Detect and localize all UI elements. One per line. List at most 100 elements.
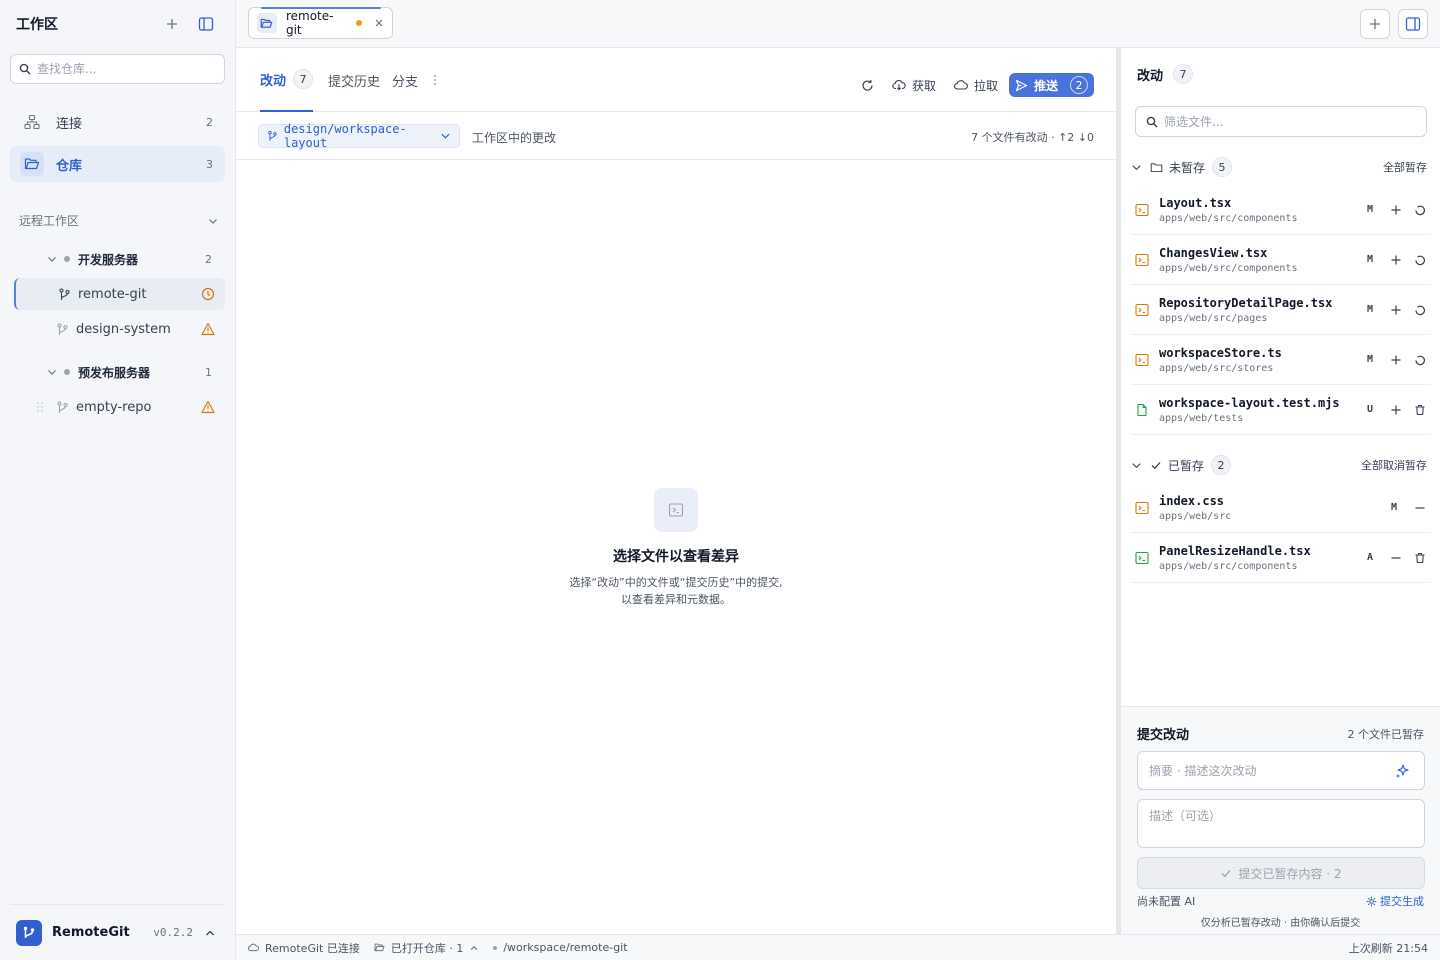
ai-sparkle-button[interactable] (1395, 763, 1410, 778)
stage-file-button[interactable] (1385, 349, 1407, 371)
repo-item-empty-repo[interactable]: empty-repo (14, 391, 225, 423)
push-button[interactable]: 推送 2 (1009, 73, 1094, 97)
tab-changes[interactable]: 改动 7 (260, 48, 314, 112)
nav-repositories[interactable]: 仓库 3 (10, 146, 225, 182)
staged-label: 已暂存 (1168, 458, 1205, 473)
ai-generate-link[interactable]: 提交生成 (1366, 893, 1424, 909)
file-name: index.css (1159, 493, 1225, 508)
commit-description-input[interactable] (1137, 799, 1425, 848)
file-row[interactable]: workspace-layout.test.mjs apps/web/tests … (1131, 385, 1431, 435)
nav-connections[interactable]: 连接 2 (10, 104, 225, 140)
close-icon[interactable] (374, 18, 384, 28)
pull-button[interactable]: 拉取 (954, 72, 998, 98)
ai-hint: 仅分析已暂存改动 · 由你确认后提交 (1200, 918, 1361, 929)
network-icon (20, 110, 44, 134)
delete-file-button[interactable] (1409, 399, 1431, 421)
undo-icon (1415, 305, 1425, 315)
stage-file-button[interactable] (1385, 249, 1407, 271)
empty-state-line-2: 以查看差异和元数据。 (621, 593, 731, 606)
repo-item-remote-git[interactable]: remote-git (14, 278, 225, 310)
terminal-icon (654, 488, 698, 532)
undo-icon (1415, 355, 1425, 365)
repo-search-input[interactable] (37, 62, 216, 76)
tab-branches[interactable]: 分支 (392, 48, 418, 112)
branch-selector[interactable]: design/workspace-layout (258, 122, 460, 150)
file-row[interactable]: ChangesView.tsx apps/web/src/components M (1131, 235, 1431, 285)
more-tabs-button[interactable] (432, 48, 438, 112)
nav-repositories-count: 3 (206, 157, 213, 171)
add-workspace-button[interactable] (159, 11, 185, 37)
changes-count: 7 (1173, 64, 1194, 84)
unstage-file-button[interactable] (1409, 497, 1431, 519)
minus-icon (1415, 506, 1425, 509)
changes-title: 改动 (1137, 68, 1164, 84)
ai-generate-label: 提交生成 (1380, 895, 1424, 908)
toggle-right-panel-button[interactable] (1398, 9, 1428, 39)
branch-name: design/workspace-layout (283, 122, 407, 150)
stage-all-button[interactable]: 全部暂存 (1383, 159, 1427, 175)
file-name: PanelResizeHandle.tsx (1159, 543, 1311, 558)
open-repos-status[interactable]: 已打开仓库 · 1 (374, 940, 480, 956)
unstage-all-button[interactable]: 全部取消暂存 (1361, 457, 1427, 473)
staged-group-header[interactable]: 已暂存 2 全部取消暂存 (1131, 454, 1427, 476)
file-row[interactable]: Layout.tsx apps/web/src/components M (1131, 185, 1431, 235)
repo-item-design-system[interactable]: design-system (14, 313, 225, 345)
discard-file-button[interactable] (1409, 249, 1431, 271)
server-dev[interactable]: 开发服务器 2 (46, 247, 216, 271)
commit-summary-input[interactable] (1137, 751, 1425, 790)
tab-branches-label: 分支 (392, 74, 419, 90)
tab-history[interactable]: 提交历史 (328, 48, 380, 112)
fetch-button[interactable]: 获取 (892, 72, 936, 98)
file-row[interactable]: workspaceStore.ts apps/web/src/stores M (1131, 335, 1431, 385)
branch-bar: design/workspace-layout 工作区中的更改 7 个文件有改动… (236, 112, 1116, 160)
unstaged-group-header[interactable]: 未暂存 5 全部暂存 (1131, 156, 1427, 178)
unstage-file-button[interactable] (1385, 547, 1407, 569)
branch-stats: 7 个文件有改动 · ↑2 ↓0 (971, 131, 1094, 144)
discard-file-button[interactable] (1409, 349, 1431, 371)
app-menu-button[interactable] (201, 920, 219, 946)
nav-connections-count: 2 (206, 115, 213, 129)
toggle-sidebar-button[interactable] (193, 11, 219, 37)
file-status: M (1366, 254, 1374, 265)
file-row[interactable]: index.css apps/web/src M (1131, 483, 1431, 533)
changes-panel: 改动 7 未暂存 5 全部暂存 Layout.tsx apps/web/src/c… (1120, 48, 1440, 934)
search-icon (19, 63, 31, 75)
delete-file-button[interactable] (1409, 547, 1431, 569)
connection-status[interactable]: RemoteGit 已连接 (248, 940, 360, 956)
stage-file-button[interactable] (1385, 399, 1407, 421)
stage-file-button[interactable] (1385, 299, 1407, 321)
code-file-icon (1135, 353, 1151, 367)
staged-files-note: 2 个文件已暂存 (1347, 727, 1425, 741)
refresh-icon (862, 79, 873, 91)
nav-repositories-label: 仓库 (56, 158, 83, 174)
push-count: 2 (1070, 76, 1088, 94)
branch-icon (59, 287, 70, 300)
warning-icon (201, 400, 215, 414)
new-tab-button[interactable] (1360, 9, 1390, 39)
branch-icon (268, 130, 277, 141)
discard-file-button[interactable] (1409, 199, 1431, 221)
commit-button-label: 提交已暂存内容 · 2 (1238, 866, 1342, 881)
commit-staged-button[interactable]: 提交已暂存内容 · 2 (1137, 857, 1425, 889)
tab-bar: remote-git (236, 0, 1440, 48)
tab-remote-git[interactable]: remote-git (248, 7, 393, 39)
file-row[interactable]: PanelResizeHandle.tsx apps/web/src/compon… (1131, 533, 1431, 583)
sidebar-icon (198, 17, 214, 31)
cloud-icon (248, 943, 259, 952)
unstaged-count: 5 (1212, 157, 1233, 177)
app-name: RemoteGit (52, 925, 130, 940)
server-status-dot (64, 369, 70, 375)
drag-handle-icon[interactable] (36, 401, 44, 413)
repo-search[interactable] (10, 54, 225, 84)
file-filter[interactable] (1135, 106, 1427, 137)
server-staging[interactable]: 预发布服务器 1 (46, 360, 216, 384)
server-repo-count: 1 (205, 365, 212, 379)
discard-file-button[interactable] (1409, 299, 1431, 321)
file-row[interactable]: RepositoryDetailPage.tsx apps/web/src/pag… (1131, 285, 1431, 335)
refresh-button[interactable] (861, 72, 874, 98)
remote-workspace-header[interactable]: 远程工作区 (19, 212, 219, 229)
file-filter-input[interactable] (1164, 114, 1416, 129)
main-tabs: 改动 7 提交历史 分支 获取 拉取 推送 2 (236, 48, 1116, 112)
stage-file-button[interactable] (1385, 199, 1407, 221)
file-added-icon (1135, 403, 1151, 417)
